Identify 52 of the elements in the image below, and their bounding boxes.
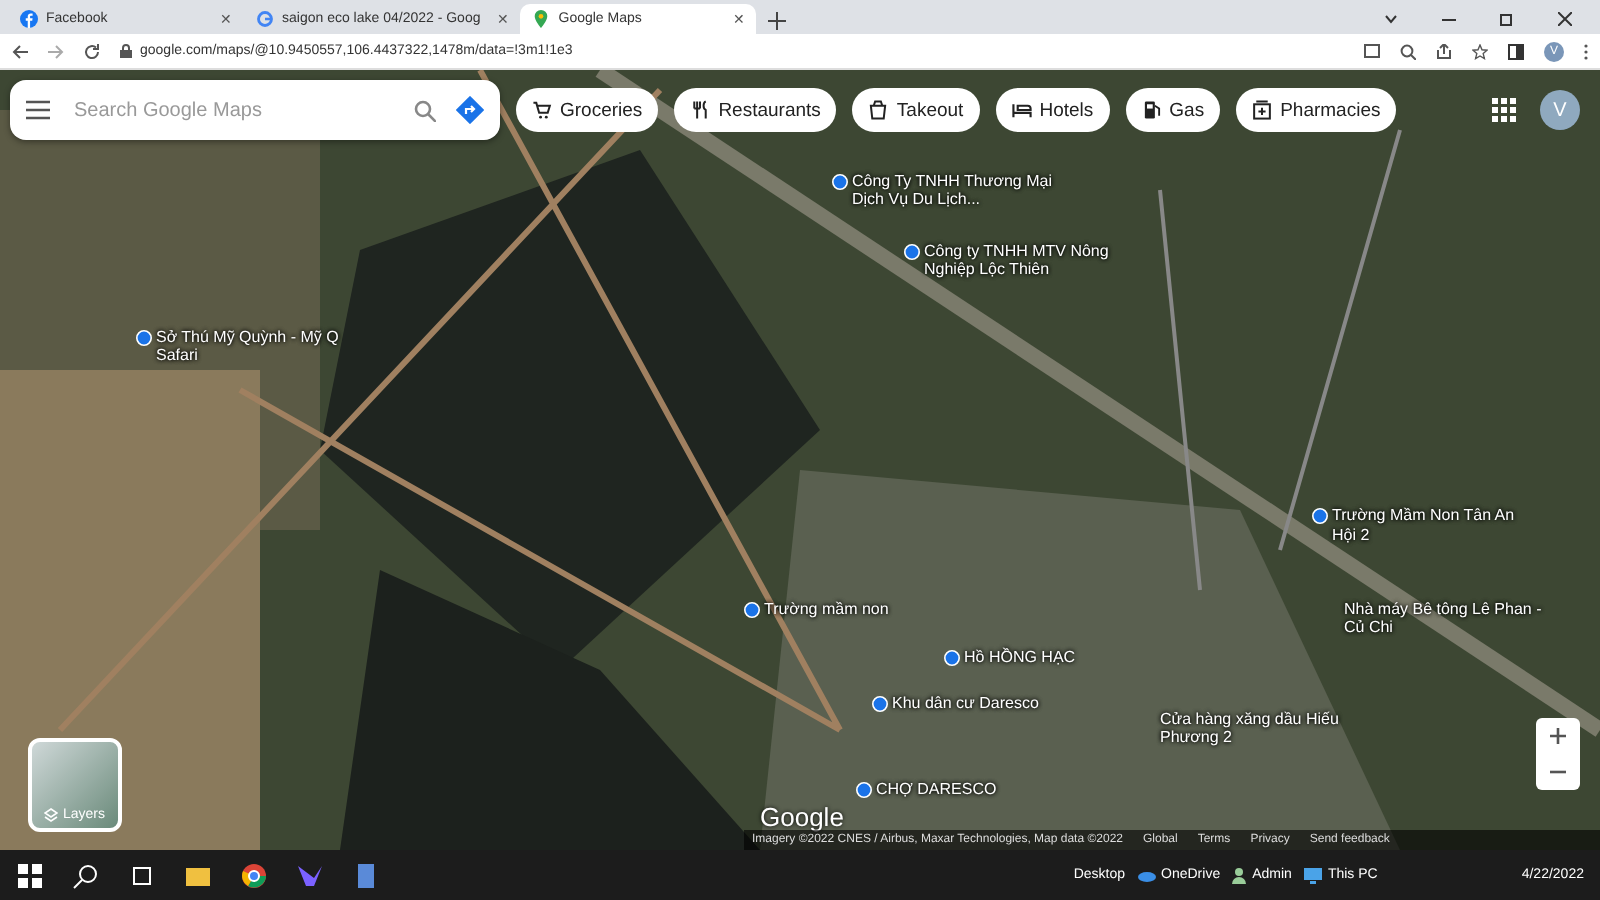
directions-icon[interactable]	[456, 96, 484, 124]
place-label[interactable]: Hồ HỒNG HẠC	[964, 647, 1076, 666]
fork-knife-icon	[690, 100, 711, 120]
facebook-icon	[20, 10, 38, 28]
map-pin-icon	[532, 10, 551, 28]
reload-icon[interactable]	[84, 43, 100, 59]
cross-icon	[1252, 100, 1273, 120]
apps-grid-icon[interactable]	[1492, 98, 1516, 122]
category-chip[interactable]: Groceries	[516, 88, 659, 132]
lock-icon	[120, 44, 132, 58]
category-chip[interactable]: Pharmacies	[1236, 88, 1397, 132]
user-icon	[1232, 867, 1247, 883]
monitor-icon	[1303, 867, 1322, 883]
back-icon[interactable]	[12, 43, 28, 59]
place-label[interactable]: Nhà máy Bê tông Lê Phan - Củ Chi	[1344, 600, 1564, 638]
app-icon[interactable]	[296, 861, 324, 889]
share-icon[interactable]	[1436, 43, 1452, 59]
place-label[interactable]: Công Ty TNHH Thương Mại Dịch Vụ Du Lịch...	[852, 171, 1052, 209]
bed-icon	[1011, 100, 1032, 120]
place-label[interactable]: CHỢ DARESCO	[876, 779, 997, 799]
close-icon[interactable]	[1558, 12, 1572, 26]
star-icon[interactable]	[1472, 43, 1488, 59]
menu-icon[interactable]	[26, 100, 50, 120]
search-bar[interactable]: Search Google Maps	[10, 80, 500, 140]
place-label[interactable]: Công ty TNHH MTV Nông Nghiệp Lộc Thiên	[924, 241, 1124, 279]
plus-icon	[1550, 728, 1566, 744]
category-chip[interactable]: Hotels	[995, 88, 1110, 132]
gas-icon	[1141, 100, 1162, 120]
layers-icon	[44, 808, 59, 822]
bag-icon	[868, 100, 889, 120]
browser-icon[interactable]	[240, 861, 268, 889]
plus-icon[interactable]	[768, 12, 787, 30]
place-label[interactable]: Khu dân cư Daresco	[892, 694, 1039, 713]
map-pin-icon[interactable]	[872, 696, 888, 712]
cart-icon	[532, 100, 552, 120]
cloud-icon	[1137, 869, 1156, 881]
place-label[interactable]: Cửa hàng xăng dầu Hiếu Phương 2	[1160, 709, 1380, 747]
side-panel-icon[interactable]	[1508, 43, 1524, 59]
google-icon	[256, 10, 274, 28]
start-icon[interactable]	[16, 861, 44, 889]
map-logo: Google	[760, 802, 844, 832]
search-icon[interactable]	[72, 861, 100, 889]
zoom-icon[interactable]	[1400, 43, 1416, 59]
category-chip[interactable]: Restaurants	[674, 88, 837, 132]
task-view-icon[interactable]	[128, 861, 156, 889]
restore-icon[interactable]	[1500, 12, 1514, 26]
place-label[interactable]: Trường Mầm Non Tân An Hội 2	[1332, 506, 1532, 544]
category-chip[interactable]: Takeout	[852, 88, 980, 132]
map-pin-icon[interactable]	[944, 649, 960, 666]
place-label[interactable]: Trường mầm non	[764, 600, 889, 619]
chevron-icon[interactable]	[1384, 12, 1398, 26]
place-label[interactable]: Sở Thú Mỹ Quỳnh - Mỹ Q Safari	[156, 327, 356, 365]
